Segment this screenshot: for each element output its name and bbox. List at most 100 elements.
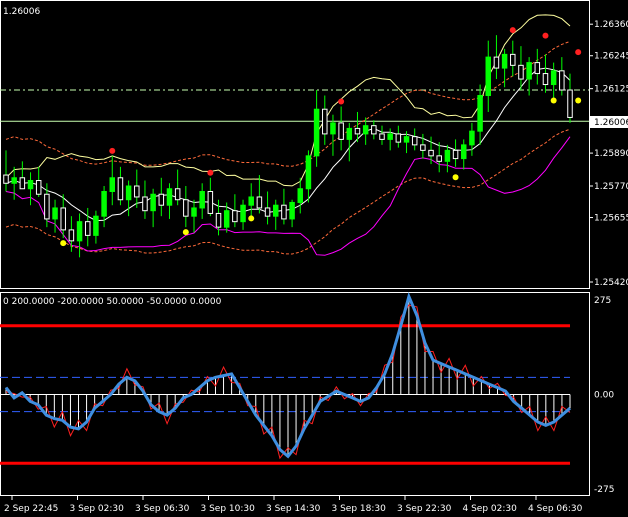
candle	[305, 150, 312, 203]
candle-body	[542, 73, 549, 86]
candle-body	[68, 229, 75, 242]
candle	[93, 210, 99, 244]
price-axis-label: 1.26125	[594, 85, 628, 95]
candle	[76, 213, 83, 258]
candle	[60, 194, 66, 239]
candle	[518, 46, 524, 91]
price-axis-label: 1.26245	[594, 52, 628, 62]
time-axis-label: 3 Sep 10:30	[201, 504, 256, 514]
candle-body	[362, 125, 369, 135]
candle	[444, 144, 451, 173]
candle-body	[436, 155, 442, 162]
candle	[3, 150, 9, 192]
candle-body	[534, 62, 541, 75]
candle	[117, 166, 124, 206]
candle	[256, 175, 263, 214]
candle-body	[183, 199, 189, 217]
candle-body	[518, 64, 524, 80]
current-price-badge-text: 1.26006	[594, 118, 628, 128]
candle-body	[27, 180, 34, 190]
envelope-lower-line	[5, 128, 571, 255]
fractal-down-marker	[550, 97, 557, 104]
candle-body	[101, 190, 107, 217]
candle	[150, 188, 156, 228]
fractal-up-marker	[509, 27, 516, 34]
candle-body	[322, 108, 328, 135]
candle	[240, 199, 246, 230]
candle	[346, 122, 353, 162]
candle-body	[403, 136, 410, 143]
candle-body	[485, 56, 492, 97]
fractal-down-marker	[60, 240, 67, 247]
price-axis-label: 1.25420	[594, 278, 628, 288]
candle	[52, 199, 58, 233]
cci-indicator-panel[interactable]: 0 200.0000 -200.0000 50.0000 -50.0000 0.…	[0, 292, 614, 496]
price-axis-label: 1.25770	[594, 182, 628, 192]
candle	[501, 48, 508, 88]
moving-average-line	[5, 67, 571, 222]
candle-body	[281, 204, 287, 220]
main-panel-frame	[0, 0, 590, 289]
candle	[109, 155, 116, 206]
candle	[510, 40, 516, 77]
candle-body	[158, 193, 165, 206]
main-price-panel[interactable]: 1.26006 1.26360 1.26245 1.26125 1.26006 1.25…	[0, 0, 628, 289]
candle	[550, 62, 557, 101]
candle-body	[477, 95, 483, 132]
candle	[134, 169, 140, 208]
candle	[166, 183, 173, 219]
candle-body	[428, 149, 434, 157]
trading-chart[interactable]: 1.26006 1.26360 1.26245 1.26125 1.26006 1.25…	[0, 0, 628, 517]
indicator-header: 0 200.0000 -200.0000 50.0000 -50.0000 0.…	[3, 297, 222, 307]
time-axis-label: 3 Sep 14:30	[266, 504, 321, 514]
candle-body	[199, 190, 205, 209]
candle	[281, 188, 287, 225]
candle-body	[469, 130, 475, 146]
lower-trend-line	[5, 136, 571, 256]
candle-body	[215, 212, 222, 228]
candle-body	[223, 210, 230, 228]
time-axis-label: 3 Sep 18:30	[332, 504, 387, 514]
candle-body	[346, 127, 353, 140]
candle-body	[460, 144, 467, 160]
candle	[35, 166, 42, 197]
candle-body	[501, 53, 508, 69]
candle-body	[76, 221, 83, 242]
candle-body	[191, 207, 197, 217]
candle-body	[166, 188, 173, 206]
candle	[232, 194, 238, 228]
candle-body	[3, 174, 9, 184]
candle	[101, 186, 107, 228]
candle	[313, 90, 320, 167]
candle-body	[411, 136, 418, 146]
candle	[477, 84, 483, 145]
candle-body	[305, 155, 312, 190]
candle	[183, 186, 189, 228]
fractal-down-marker	[248, 215, 255, 222]
candle-body	[84, 221, 91, 236]
candle-body	[330, 122, 336, 135]
candle	[297, 177, 304, 214]
cci-axis-label: -275	[594, 485, 614, 495]
candle	[264, 191, 271, 225]
candle-body	[272, 204, 279, 217]
candle-body	[264, 207, 271, 217]
candle	[158, 177, 165, 217]
candle	[567, 73, 573, 123]
candle-body	[109, 177, 116, 192]
candle	[84, 207, 91, 247]
candle	[395, 125, 402, 148]
time-axis-label: 3 Sep 02:30	[70, 504, 125, 514]
envelope-upper-line	[5, 40, 571, 167]
candle-body	[354, 127, 361, 135]
symbol-price-label: 1.26006	[3, 7, 40, 17]
candle	[338, 106, 344, 151]
candle-body	[11, 177, 17, 184]
fractal-up-marker	[542, 32, 549, 39]
candle-body	[387, 133, 393, 140]
candle-body	[134, 185, 140, 198]
cci-axis-label: 0.00	[594, 391, 614, 401]
candle-body	[19, 177, 26, 190]
candle	[485, 40, 492, 112]
fractal-up-marker	[207, 169, 214, 176]
